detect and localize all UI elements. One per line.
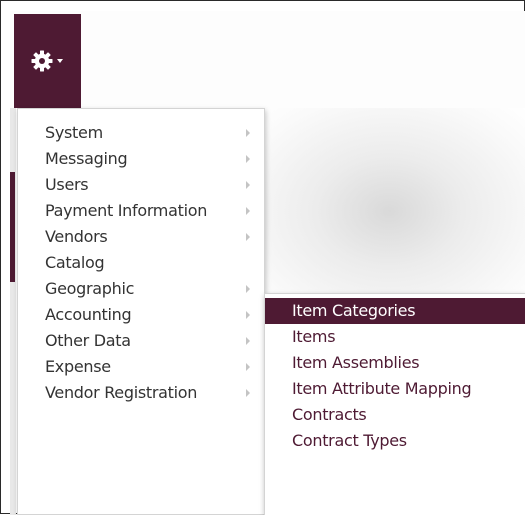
menu-item-messaging[interactable]: Messaging xyxy=(18,146,264,172)
chevron-right-icon xyxy=(246,337,250,345)
menu-item-expense[interactable]: Expense xyxy=(18,354,264,380)
app-frame: System Messaging Users Payment Informati… xyxy=(0,0,525,515)
menu-item-catalog[interactable]: Catalog xyxy=(18,250,264,276)
menu-item-other-data[interactable]: Other Data xyxy=(18,328,264,354)
submenu-item-item-assemblies[interactable]: Item Assemblies xyxy=(265,350,525,376)
submenu-item-contracts[interactable]: Contracts xyxy=(265,402,525,428)
menu-item-label: Payment Information xyxy=(45,201,208,220)
caret-down-icon xyxy=(57,59,63,63)
menu-item-vendor-registration[interactable]: Vendor Registration xyxy=(18,380,264,406)
catalog-submenu: Item Categories Items Item Assemblies It… xyxy=(264,293,525,515)
sidebar-accent xyxy=(10,172,15,282)
menu-item-label: Catalog xyxy=(45,253,105,272)
settings-dropdown-menu: System Messaging Users Payment Informati… xyxy=(17,108,265,515)
menu-item-label: Expense xyxy=(45,357,111,376)
menu-item-label: Accounting xyxy=(45,305,132,324)
submenu-item-item-attribute-mapping[interactable]: Item Attribute Mapping xyxy=(265,376,525,402)
chevron-right-icon xyxy=(246,129,250,137)
menu-item-users[interactable]: Users xyxy=(18,172,264,198)
gear-icon xyxy=(31,50,53,72)
chevron-right-icon xyxy=(246,363,250,371)
chevron-right-icon xyxy=(246,285,250,293)
menu-item-label: Geographic xyxy=(45,279,135,298)
menu-item-geographic[interactable]: Geographic xyxy=(18,276,264,302)
menu-item-accounting[interactable]: Accounting xyxy=(18,302,264,328)
header-bar xyxy=(10,11,525,108)
page-left-edge xyxy=(10,108,16,515)
page-content-backdrop xyxy=(263,108,525,293)
menu-item-system[interactable]: System xyxy=(18,120,264,146)
chevron-right-icon xyxy=(246,233,250,241)
submenu-item-items[interactable]: Items xyxy=(265,324,525,350)
settings-menu-button[interactable] xyxy=(14,14,81,108)
menu-item-label: Other Data xyxy=(45,331,131,350)
menu-item-label: Vendors xyxy=(45,227,108,246)
chevron-right-icon xyxy=(246,155,250,163)
submenu-item-contract-types[interactable]: Contract Types xyxy=(265,428,525,454)
menu-item-payment-information[interactable]: Payment Information xyxy=(18,198,264,224)
menu-item-label: Users xyxy=(45,175,89,194)
chevron-right-icon xyxy=(246,207,250,215)
menu-item-label: Messaging xyxy=(45,149,128,168)
menu-item-label: System xyxy=(45,123,103,142)
menu-item-vendors[interactable]: Vendors xyxy=(18,224,264,250)
chevron-right-icon xyxy=(246,389,250,397)
chevron-right-icon xyxy=(246,311,250,319)
submenu-item-item-categories[interactable]: Item Categories xyxy=(265,298,525,324)
menu-item-label: Vendor Registration xyxy=(45,383,198,402)
chevron-right-icon xyxy=(246,181,250,189)
